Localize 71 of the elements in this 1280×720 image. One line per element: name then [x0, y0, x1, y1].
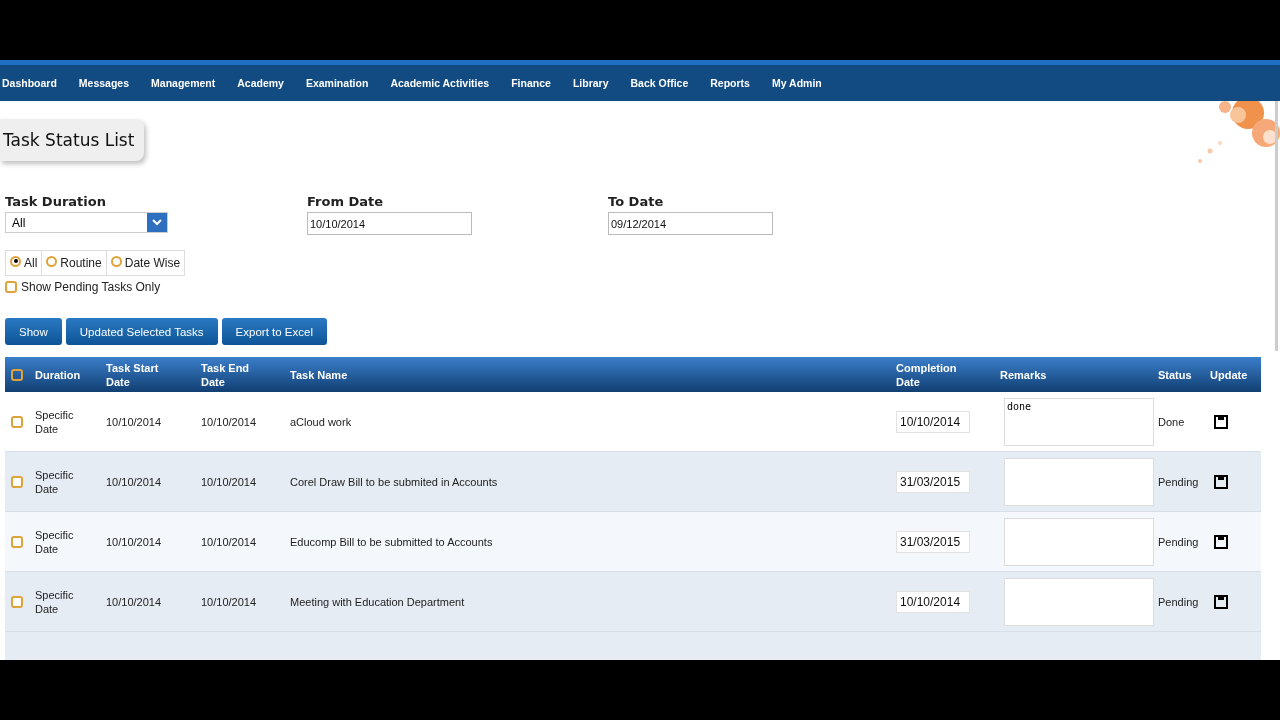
action-button[interactable]: Export to Excel [221, 318, 327, 345]
table-cell-text: 10/10/2014 [201, 475, 258, 488]
nav-link[interactable]: Back Office [630, 77, 689, 89]
page-title: Task Status List [0, 119, 145, 161]
action-button[interactable]: Show [5, 318, 62, 345]
table-cell-text: Specific Date [35, 407, 75, 436]
table-cell-text: Educomp Bill to be submitted to Accounts [290, 535, 494, 548]
completion-date-field[interactable]: 31/03/2015 [896, 530, 970, 553]
table-cell-text: 10/10/2014 [201, 535, 258, 548]
table-cell-text: Corel Draw Bill to be submited in Accounts [290, 475, 499, 488]
nav-link[interactable]: Dashboard [2, 77, 57, 89]
remarks-field[interactable] [1004, 517, 1154, 566]
column-header: Task Start Date [106, 360, 160, 389]
duration-dropdown[interactable]: All [5, 212, 168, 233]
remarks-field[interactable] [1004, 457, 1154, 506]
to-date-field[interactable]: 09/12/2014 [608, 212, 773, 235]
remarks-field[interactable] [1004, 577, 1154, 626]
row-checkbox[interactable] [11, 535, 23, 548]
nav-link[interactable]: My Admin [771, 77, 822, 89]
radio-option[interactable]: Date Wise [106, 251, 185, 275]
status-text: Done [1158, 415, 1186, 428]
nav-link[interactable]: Management [151, 77, 216, 89]
table-cell-text: Meeting with Education Department [290, 595, 466, 608]
row-checkbox[interactable] [11, 595, 23, 608]
table-cell-text: 10/10/2014 [201, 415, 258, 428]
table-cell-text: 10/10/2014 [106, 595, 163, 608]
save-icon[interactable] [1214, 414, 1228, 429]
table-cell-text: 10/10/2014 [106, 475, 163, 488]
nav-link[interactable]: Finance [511, 77, 551, 89]
action-button[interactable]: Updated Selected Tasks [65, 318, 218, 345]
radio-option[interactable]: Routine [42, 251, 107, 275]
column-header: Duration [35, 367, 82, 382]
field-label: Task Duration [5, 194, 107, 209]
save-icon[interactable] [1214, 534, 1228, 549]
status-text: Pending [1158, 595, 1200, 608]
nav-link[interactable]: Academic Activities [390, 77, 490, 89]
column-header: Status [1158, 367, 1193, 382]
radio-option[interactable]: All [6, 251, 43, 275]
nav-link[interactable]: Examination [305, 77, 369, 89]
table-cell-text: 10/10/2014 [106, 535, 163, 548]
checkbox-label: Show Pending Tasks Only [21, 280, 161, 294]
completion-date-field[interactable]: 10/10/2014 [896, 590, 970, 613]
field-label: To Date [608, 194, 665, 209]
checkbox[interactable] [5, 281, 17, 293]
row-checkbox[interactable] [11, 415, 23, 428]
table-cell-text: aCloud work [290, 415, 353, 428]
remarks-field[interactable]: done [1004, 397, 1154, 446]
nav-link[interactable]: Reports [710, 77, 750, 89]
column-header: Completion Date [896, 360, 958, 389]
field-label: From Date [307, 194, 385, 209]
column-header: Update [1210, 367, 1249, 382]
row-checkbox[interactable] [11, 475, 23, 488]
status-text: Pending [1158, 475, 1200, 488]
column-header: Task Name [290, 367, 349, 382]
select-all-checkbox[interactable] [11, 368, 23, 381]
table-cell-text: Specific Date [35, 467, 75, 496]
table-cell-text: Specific Date [35, 527, 75, 556]
table-cell-text: 10/10/2014 [106, 415, 163, 428]
save-icon[interactable] [1214, 594, 1228, 609]
nav-link[interactable]: Messages [78, 77, 130, 89]
column-header: Remarks [1000, 367, 1048, 382]
nav-link[interactable]: Library [572, 77, 609, 89]
column-header: Task End Date [201, 360, 251, 389]
save-icon[interactable] [1214, 474, 1228, 489]
table-cell-text: Specific Date [35, 587, 75, 616]
completion-date-field[interactable]: 31/03/2015 [896, 470, 970, 493]
completion-date-field[interactable]: 10/10/2014 [896, 410, 970, 433]
table-cell-text: 10/10/2014 [201, 595, 258, 608]
nav-link[interactable]: Academy [237, 77, 284, 89]
from-date-field[interactable]: 10/10/2014 [307, 212, 472, 235]
status-text: Pending [1158, 535, 1200, 548]
